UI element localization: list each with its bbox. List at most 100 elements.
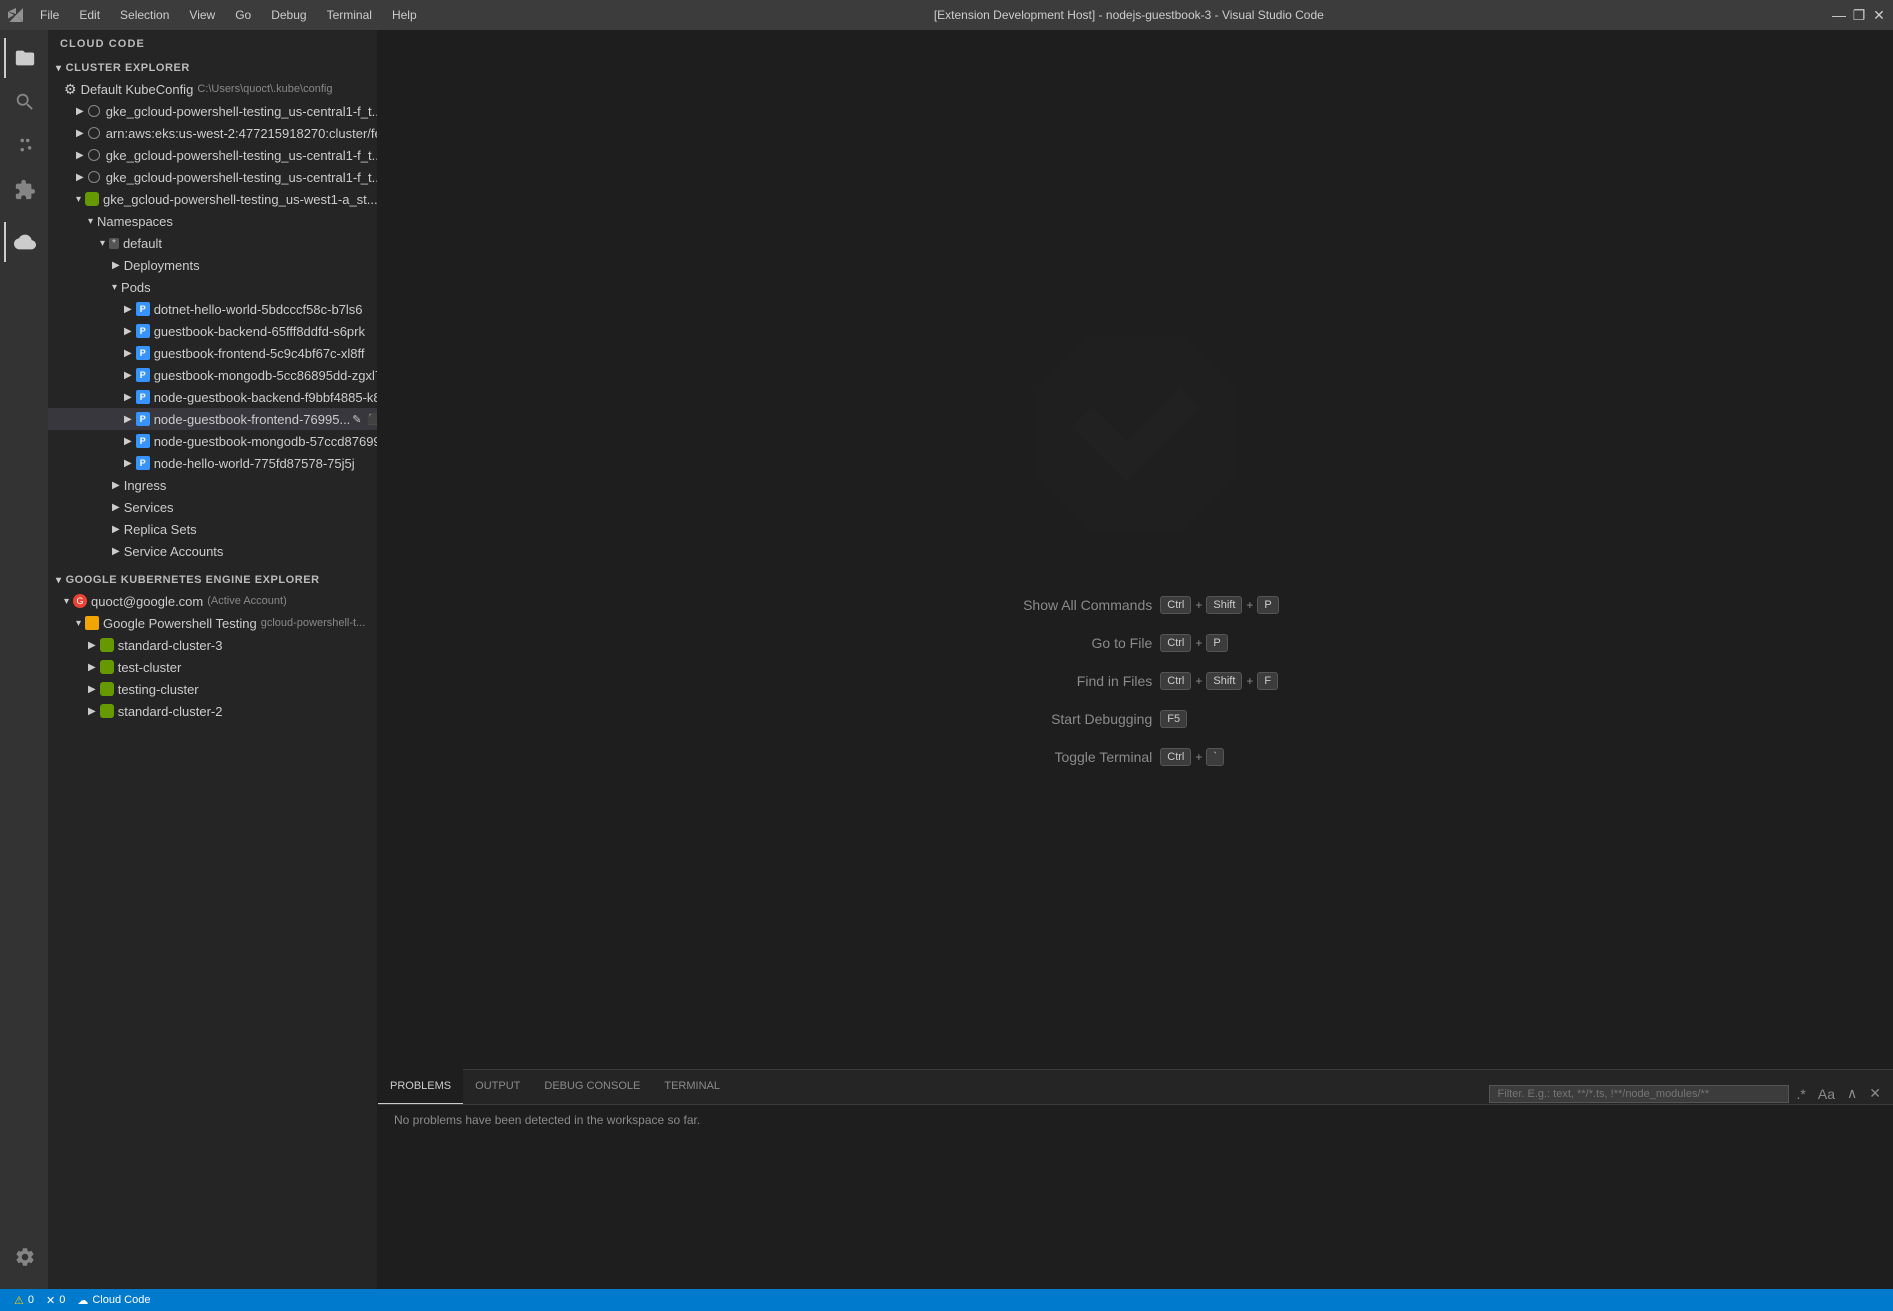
cluster3-status-icon: [88, 149, 100, 161]
status-errors[interactable]: ✕ 0: [40, 1289, 71, 1311]
pod3-icon: P: [136, 346, 150, 360]
menu-edit[interactable]: Edit: [71, 6, 108, 24]
pod1-label: dotnet-hello-world-5bdcccf58c-b7ls6: [154, 302, 363, 317]
pod-item-4[interactable]: ▶ P guestbook-mongodb-5cc86895dd-zgxl7: [48, 364, 377, 386]
namespaces-item[interactable]: ▾ Namespaces: [48, 210, 377, 232]
default-kubeconfig[interactable]: ⚙ Default KubeConfig C:\Users\quoct\.kub…: [48, 78, 377, 100]
status-cloud-code[interactable]: ☁ Cloud Code: [71, 1289, 156, 1311]
kbd-shift2: Shift: [1206, 672, 1242, 690]
pod-item-7[interactable]: ▶ P node-guestbook-mongodb-57ccd87699...: [48, 430, 377, 452]
gke-cluster-4[interactable]: ▶ standard-cluster-2: [48, 700, 377, 722]
menu-go[interactable]: Go: [227, 6, 259, 24]
project-id: gcloud-powershell-t...: [261, 617, 366, 629]
ingress-section[interactable]: ▶ Ingress: [48, 474, 377, 496]
gke-project[interactable]: ▾ Google Powershell Testing gcloud-power…: [48, 612, 377, 634]
service-accounts-section[interactable]: ▶ Service Accounts: [48, 540, 377, 562]
pod6-edit-icon[interactable]: ✎: [350, 412, 363, 427]
pods-section[interactable]: ▾ Pods: [48, 276, 377, 298]
panel-close-icon[interactable]: ✕: [1865, 1083, 1885, 1104]
plus4: +: [1195, 674, 1202, 688]
pod5-expand: ▶: [124, 392, 132, 403]
services-section[interactable]: ▶ Services: [48, 496, 377, 518]
cluster-item-3[interactable]: ▶ gke_gcloud-powershell-testing_us-centr…: [48, 144, 377, 166]
close-button[interactable]: ✕: [1873, 9, 1885, 21]
kbd-p2: P: [1206, 634, 1227, 652]
cluster-explorer-label: CLUSTER EXPLORER: [66, 62, 190, 74]
activity-explorer-icon[interactable]: [4, 38, 44, 78]
pod3-expand: ▶: [124, 348, 132, 359]
tab-problems[interactable]: PROBLEMS: [378, 1069, 463, 1104]
cluster2-status-icon: [88, 127, 100, 139]
gke-cluster3-icon: [100, 682, 114, 696]
kbd-p: P: [1257, 596, 1278, 614]
gke-cluster-1[interactable]: ▶ standard-cluster-3: [48, 634, 377, 656]
gke-cluster4-chevron: ▶: [88, 706, 96, 717]
gke-cluster-3[interactable]: ▶ testing-cluster: [48, 678, 377, 700]
panel-collapse-icon[interactable]: ∧: [1843, 1083, 1861, 1104]
pods-label: Pods: [121, 280, 151, 295]
kbd-ctrl4: Ctrl: [1160, 748, 1191, 766]
activity-search-icon[interactable]: [4, 82, 44, 122]
deployments-section[interactable]: ▶ Deployments: [48, 254, 377, 276]
cluster-explorer-chevron: ▾: [56, 63, 62, 74]
google-account[interactable]: ▾ G quoct@google.com (Active Account): [48, 590, 377, 612]
cluster-explorer-header[interactable]: ▾ CLUSTER EXPLORER: [48, 58, 377, 78]
gke-cluster2-chevron: ▶: [88, 662, 96, 673]
service-accounts-chevron: ▶: [112, 546, 120, 557]
pod-item-6[interactable]: ▶ P node-guestbook-frontend-76995... ✎ ⬛: [48, 408, 377, 430]
status-warnings[interactable]: ⚠ 0: [8, 1289, 40, 1311]
menu-help[interactable]: Help: [384, 6, 425, 24]
shortcut-terminal-label: Toggle Terminal: [992, 749, 1152, 765]
deployments-label: Deployments: [124, 258, 200, 273]
namespaces-chevron: ▾: [88, 216, 93, 227]
pod6-expand: ▶: [124, 414, 132, 425]
minimize-button[interactable]: —: [1833, 9, 1845, 21]
menu-terminal[interactable]: Terminal: [319, 6, 380, 24]
panel-tab-right: .* Aa ∧ ✕: [1489, 1083, 1893, 1104]
shortcut-goto-file: Go to File Ctrl + P: [992, 634, 1279, 652]
gke-explorer-header[interactable]: ▾ GOOGLE KUBERNETES ENGINE EXPLORER: [48, 570, 377, 590]
cluster-item-4[interactable]: ▶ gke_gcloud-powershell-testing_us-centr…: [48, 166, 377, 188]
pod7-label: node-guestbook-mongodb-57ccd87699...: [154, 434, 377, 449]
gke-explorer-label: GOOGLE KUBERNETES ENGINE EXPLORER: [66, 574, 320, 586]
menu-file[interactable]: File: [32, 6, 67, 24]
pod6-open-icon[interactable]: ⬛: [366, 412, 377, 427]
pod8-expand: ▶: [124, 458, 132, 469]
menu-debug[interactable]: Debug: [263, 6, 314, 24]
activity-cloud-code-icon[interactable]: [4, 222, 44, 262]
shortcut-find: Find in Files Ctrl + Shift + F: [992, 672, 1279, 690]
filter-regex-icon[interactable]: .*: [1793, 1084, 1810, 1104]
problems-filter-input[interactable]: [1489, 1085, 1789, 1103]
cluster-item-2[interactable]: ▶ arn:aws:eks:us-west-2:477215918270:clu…: [48, 122, 377, 144]
cluster2-label: arn:aws:eks:us-west-2:477215918270:clust…: [106, 126, 377, 141]
cluster4-label: gke_gcloud-powershell-testing_us-central…: [106, 170, 377, 185]
gke-cluster-2[interactable]: ▶ test-cluster: [48, 656, 377, 678]
shortcut-terminal-keys: Ctrl + `: [1160, 748, 1224, 766]
cluster-item-1[interactable]: ▶ gke_gcloud-powershell-testing_us-centr…: [48, 100, 377, 122]
default-namespace[interactable]: ▾ * default: [48, 232, 377, 254]
replicasets-section[interactable]: ▶ Replica Sets: [48, 518, 377, 540]
pod-item-8[interactable]: ▶ P node-hello-world-775fd87578-75j5j: [48, 452, 377, 474]
filter-case-icon[interactable]: Aa: [1814, 1084, 1839, 1104]
main-layout: CLOUD CODE ▾ CLUSTER EXPLORER ⚙ Default …: [0, 30, 1893, 1289]
menu-view[interactable]: View: [181, 6, 223, 24]
tab-output[interactable]: OUTPUT: [463, 1069, 532, 1104]
sidebar-title: CLOUD CODE: [48, 30, 377, 58]
account-label: quoct@google.com: [91, 594, 203, 609]
maximize-button[interactable]: ❐: [1853, 9, 1865, 21]
menu-selection[interactable]: Selection: [112, 6, 177, 24]
pod-item-5[interactable]: ▶ P node-guestbook-backend-f9bbf4885-k8.…: [48, 386, 377, 408]
bottom-panel: PROBLEMS OUTPUT DEBUG CONSOLE TERMINAL .…: [378, 1069, 1893, 1289]
activity-settings-icon[interactable]: [4, 1237, 44, 1281]
activity-extensions-icon[interactable]: [4, 170, 44, 210]
activity-source-control-icon[interactable]: [4, 126, 44, 166]
project-icon: [85, 616, 99, 630]
pod-item-3[interactable]: ▶ P guestbook-frontend-5c9c4bf67c-xl8ff: [48, 342, 377, 364]
tab-terminal[interactable]: TERMINAL: [652, 1069, 732, 1104]
pod-item-1[interactable]: ▶ P dotnet-hello-world-5bdcccf58c-b7ls6: [48, 298, 377, 320]
tab-debug-console[interactable]: DEBUG CONSOLE: [532, 1069, 652, 1104]
pod-item-2[interactable]: ▶ P guestbook-backend-65fff8ddfd-s6prk: [48, 320, 377, 342]
kbd-shift: Shift: [1206, 596, 1242, 614]
active-cluster[interactable]: ▾ gke_gcloud-powershell-testing_us-west1…: [48, 188, 377, 210]
default-ns-label: default: [123, 236, 162, 251]
